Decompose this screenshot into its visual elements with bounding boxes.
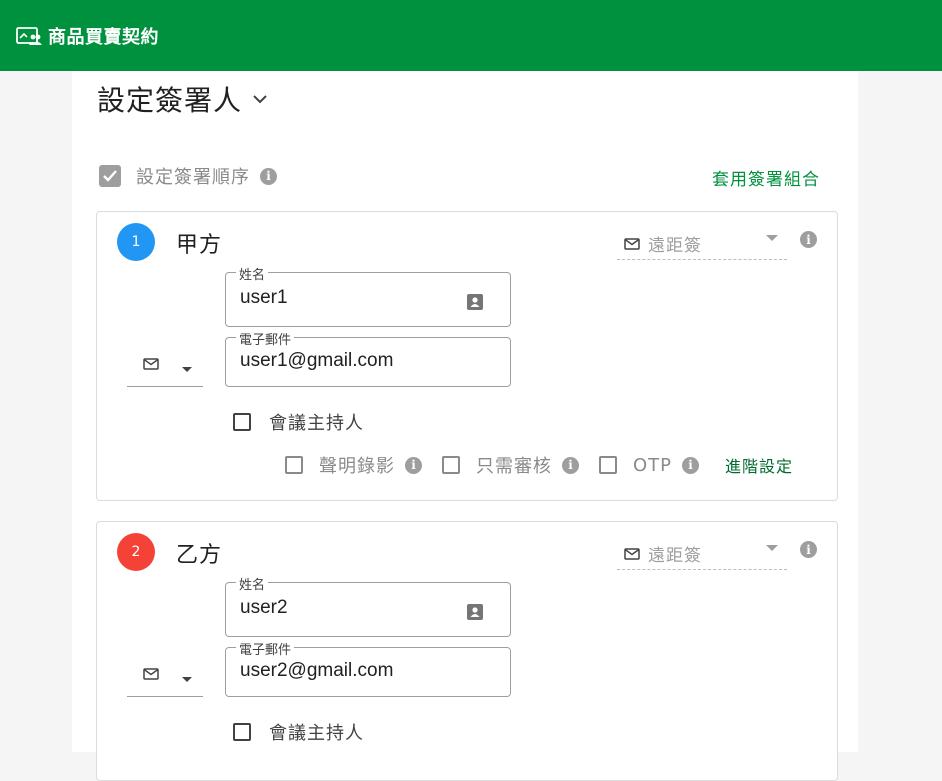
- signing-order-row: 設定簽署順序 i 套用簽署組合: [99, 163, 839, 190]
- sign-type-value: 遠距簽: [648, 546, 702, 566]
- signing-order-checkbox[interactable]: [99, 165, 121, 187]
- signer-name: 乙方: [176, 543, 223, 568]
- dropdown-arrow-icon: [182, 677, 192, 682]
- contact-method-select[interactable]: [127, 662, 203, 697]
- info-icon[interactable]: i: [562, 456, 579, 474]
- info-icon[interactable]: i: [800, 541, 817, 558]
- signer-card: 1 甲方 遠距簽 i 姓名 user1 電子郵件 user1@gmail.com…: [96, 211, 838, 501]
- option-otp: OTP i: [599, 454, 700, 476]
- dropdown-arrow-icon: [182, 367, 192, 372]
- document-people-icon: [16, 26, 42, 45]
- mail-icon: [143, 668, 159, 680]
- signing-order-label: 設定簽署順序: [136, 167, 250, 188]
- name-field[interactable]: 姓名 user1: [225, 264, 511, 327]
- apply-signing-group-link[interactable]: 套用簽署組合: [712, 165, 820, 190]
- app-header: 商品買賣契約: [0, 0, 942, 71]
- sign-type-value: 遠距簽: [648, 236, 702, 256]
- dropdown-arrow-icon: [766, 545, 778, 551]
- mail-icon: [624, 547, 640, 560]
- email-field-label: 電子郵件: [236, 639, 295, 658]
- sign-type-select[interactable]: 遠距簽: [617, 228, 787, 260]
- contact-book-icon[interactable]: [466, 603, 484, 621]
- review-only-checkbox[interactable]: [442, 456, 460, 474]
- mail-icon: [624, 237, 640, 250]
- contact-book-icon[interactable]: [466, 293, 484, 311]
- meeting-host-label: 會議主持人: [269, 723, 364, 744]
- meeting-host-row: 會議主持人: [233, 409, 364, 435]
- name-field-label: 姓名: [236, 574, 269, 593]
- info-icon[interactable]: i: [682, 456, 700, 474]
- email-field-label: 電子郵件: [236, 329, 295, 348]
- email-field[interactable]: 電子郵件 user2@gmail.com: [225, 639, 511, 697]
- app-title: 商品買賣契約: [48, 26, 159, 48]
- chevron-down-icon[interactable]: [252, 94, 268, 104]
- video-statement-label: 聲明錄影: [319, 456, 395, 477]
- signer-options-row: 聲明錄影 i 只需審核 i OTP i 進階設定: [285, 452, 793, 478]
- email-field-value[interactable]: user2@gmail.com: [240, 660, 393, 682]
- otp-label: OTP: [633, 454, 673, 476]
- option-review-only: 只需審核 i: [442, 452, 579, 478]
- name-field-value[interactable]: user1: [240, 287, 288, 309]
- sign-type-select[interactable]: 遠距簽: [617, 538, 787, 570]
- info-icon[interactable]: i: [405, 456, 422, 474]
- check-icon: [103, 170, 117, 182]
- email-field[interactable]: 電子郵件 user1@gmail.com: [225, 329, 511, 387]
- section-heading[interactable]: 設定簽署人: [97, 79, 268, 119]
- name-field-label: 姓名: [236, 264, 269, 283]
- option-video-statement: 聲明錄影 i: [285, 452, 422, 478]
- info-icon[interactable]: i: [260, 167, 277, 185]
- section-title: 設定簽署人: [97, 84, 243, 117]
- signer-order-badge: 2: [117, 533, 155, 571]
- info-icon[interactable]: i: [800, 231, 817, 248]
- dropdown-arrow-icon: [766, 235, 778, 241]
- otp-checkbox[interactable]: [599, 456, 617, 474]
- meeting-host-row: 會議主持人: [233, 719, 364, 745]
- signer-name: 甲方: [176, 233, 223, 258]
- name-field-value[interactable]: user2: [240, 597, 288, 619]
- advanced-settings-link[interactable]: 進階設定: [725, 453, 793, 477]
- signer-order-badge: 1: [117, 223, 155, 261]
- name-field[interactable]: 姓名 user2: [225, 574, 511, 637]
- meeting-host-checkbox[interactable]: [233, 723, 251, 741]
- signer-card: 2 乙方 遠距簽 i 姓名 user2 電子郵件 user2@gmail.com…: [96, 521, 838, 781]
- video-statement-checkbox[interactable]: [285, 456, 303, 474]
- meeting-host-checkbox[interactable]: [233, 413, 251, 431]
- signer-settings-panel: 設定簽署人 設定簽署順序 i 套用簽署組合 1 甲方 遠距簽 i 姓名 user…: [72, 71, 858, 781]
- review-only-label: 只需審核: [476, 456, 552, 477]
- mail-icon: [143, 358, 159, 370]
- email-field-value[interactable]: user1@gmail.com: [240, 350, 393, 372]
- contact-method-select[interactable]: [127, 352, 203, 387]
- meeting-host-label: 會議主持人: [269, 413, 364, 434]
